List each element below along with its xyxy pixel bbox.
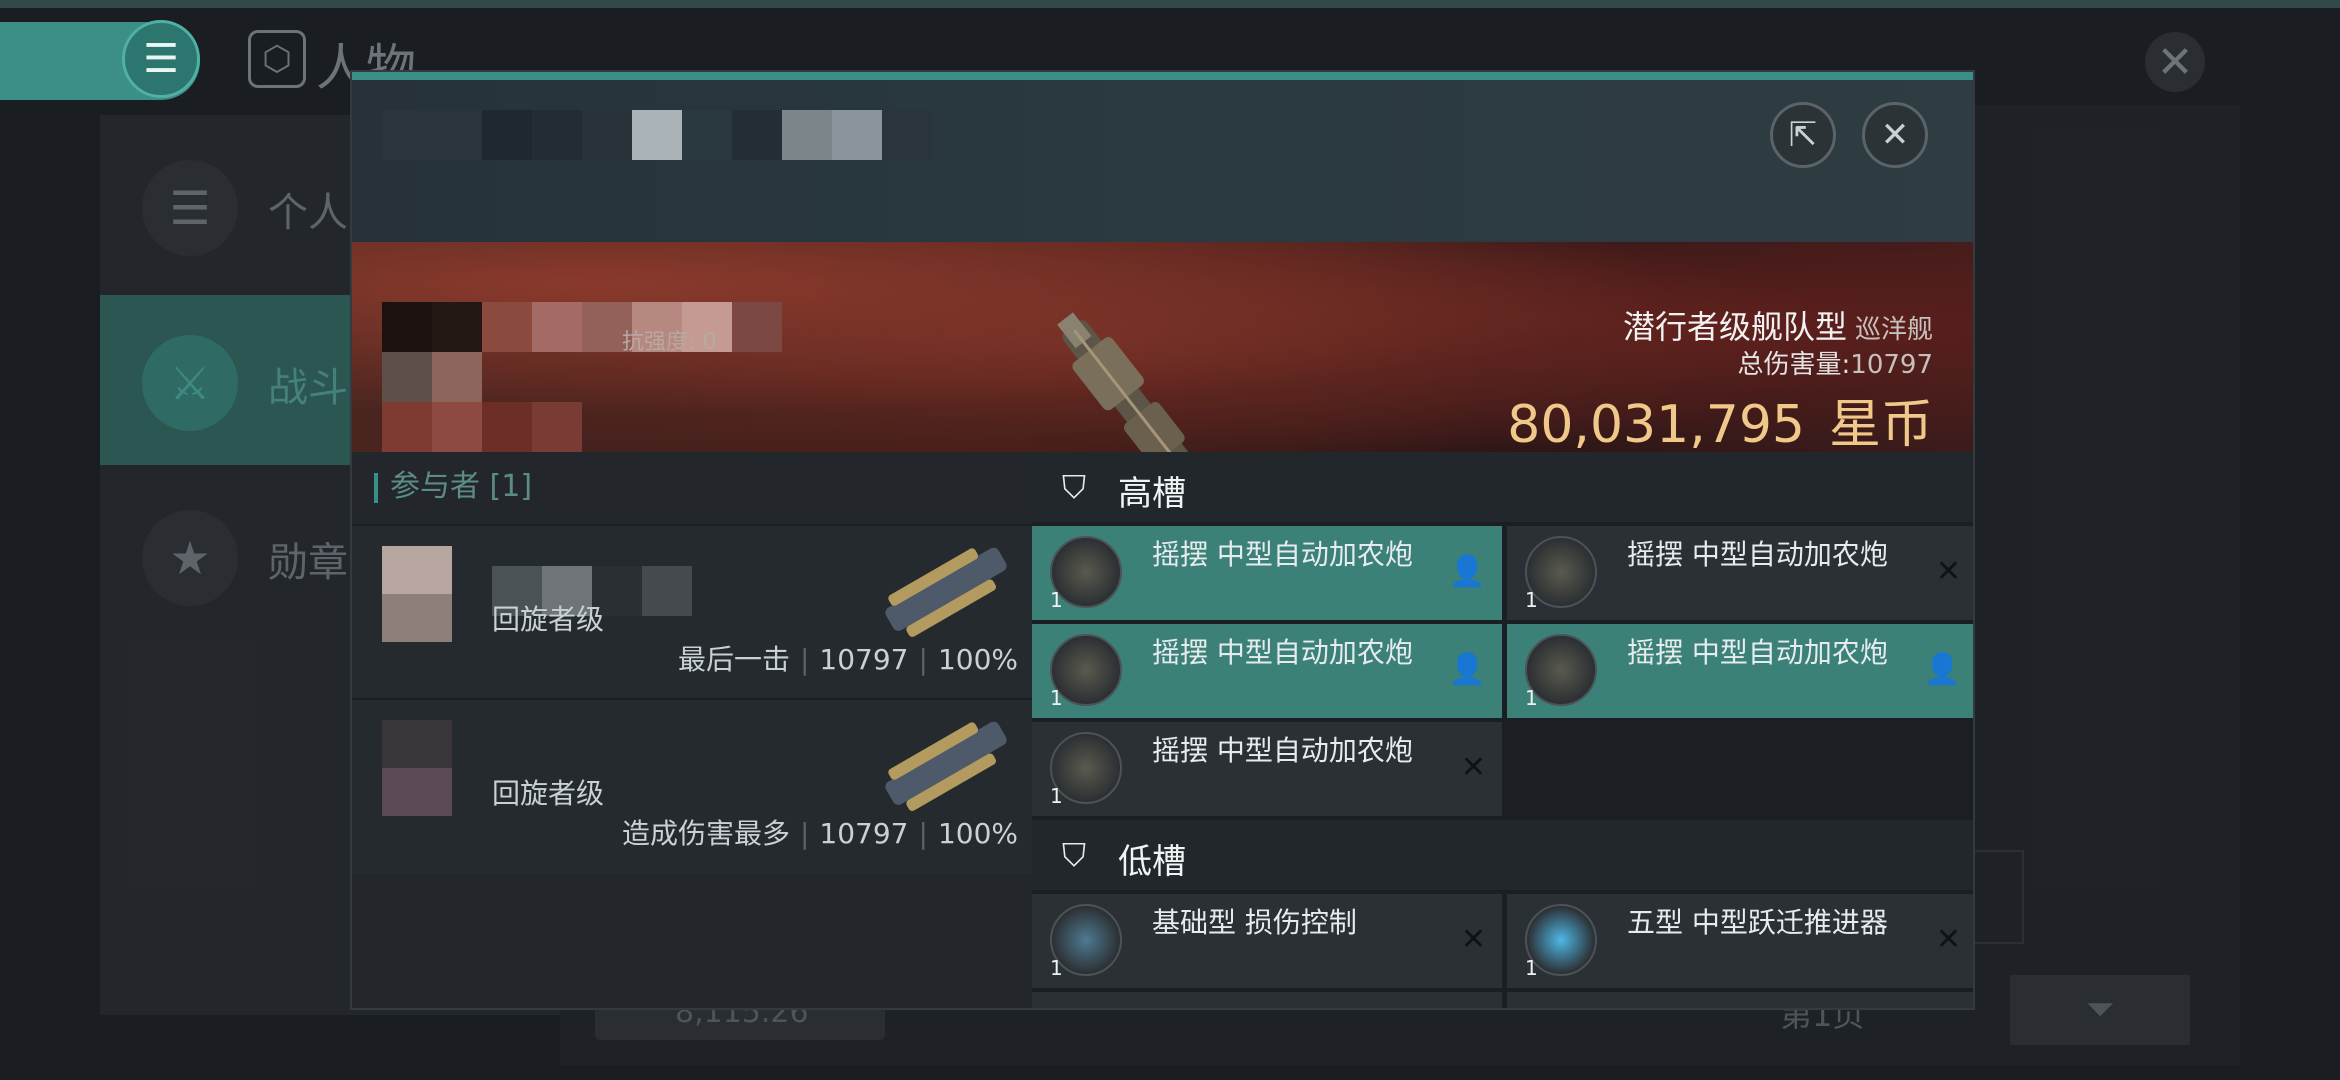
banner-stat-text: 抗强度: 0: [622, 330, 717, 355]
module-slot[interactable]: 1 摇摆 中型自动加农炮 ✕: [1032, 722, 1502, 816]
avatar: [382, 546, 452, 642]
pilot-icon: 👤: [1448, 554, 1486, 589]
participant-row[interactable]: 回旋者级 最后一击 | 10797 | 100%: [352, 524, 1032, 700]
participant-damage: 10797: [819, 643, 909, 676]
close-icon[interactable]: ✕: [2145, 32, 2205, 92]
dialog-accent-bar: [352, 72, 1973, 80]
module-name: 摇摆 中型自动加农炮: [1627, 636, 1888, 669]
participant-row[interactable]: 回旋者级 造成伤害最多 | 10797 | 100%: [352, 698, 1032, 874]
shield-slot-icon: ⛉: [1061, 836, 1086, 874]
module-name: 摇摆 中型自动加农炮: [1627, 538, 1888, 571]
participant-ship-type: 回旋者级: [492, 603, 605, 636]
dialog-close-icon[interactable]: ✕: [1862, 102, 1928, 168]
module-slot[interactable]: [1507, 992, 1973, 1008]
total-damage: 总伤害量:10797: [1738, 344, 1933, 381]
participants-panel: 参与者 [1] 回旋者级 最后一击 | 10797 | 100% 回旋者级 造成…: [352, 452, 1032, 1008]
module-quantity: 1: [1525, 956, 1538, 980]
ship-class: 巡洋舰: [1854, 315, 1933, 345]
module-quantity: 1: [1050, 784, 1063, 808]
participants-title-text: 参与者 [1]: [390, 469, 533, 504]
top-accent-bar: [0, 0, 2340, 8]
pilot-icon: 👤: [1923, 652, 1961, 687]
title-accent-bar: [374, 472, 378, 503]
sidebar-item-label: 勋章: [268, 540, 348, 586]
isk-unit: 星币: [1828, 395, 1933, 455]
crossed-swords-icon: ⚔: [142, 335, 238, 431]
star-badge-icon: ★: [142, 510, 238, 606]
module-quantity: 1: [1050, 956, 1063, 980]
destroyed-icon: ✕: [1460, 750, 1486, 785]
pixelated-name: [382, 110, 932, 160]
module-quantity: 1: [1525, 588, 1538, 612]
destroyed-icon: ✕: [1460, 922, 1486, 957]
fitting-panel: ⛉ 高槽 1 摇摆 中型自动加农炮 👤 1 摇摆 中型自动加农炮 ✕ 1 摇摆 …: [1032, 452, 1973, 1008]
destroyed-icon: ✕: [1935, 922, 1961, 957]
participant-ship-type: 回旋者级: [492, 777, 605, 810]
section-title: 低槽: [1118, 842, 1186, 882]
module-slot[interactable]: 1 基础型 损伤控制 ✕: [1032, 894, 1502, 988]
module-slot[interactable]: 1 摇摆 中型自动加农炮 👤: [1507, 624, 1973, 718]
sidebar-item-label: 战斗: [268, 365, 348, 411]
isk-amount: 80,031,795: [1507, 395, 1805, 455]
shield-slot-icon: ⛉: [1061, 468, 1086, 506]
module-quantity: 1: [1525, 686, 1538, 710]
participant-ship-render: [885, 721, 1007, 811]
participant-percent: 100%: [937, 817, 1018, 850]
share-icon[interactable]: ⇱: [1770, 102, 1836, 168]
module-slot[interactable]: 1 摇摆 中型自动加农炮 👤: [1032, 526, 1502, 620]
ship-name: 潜行者级舰队型 巡洋舰: [1623, 302, 1933, 348]
dialog-header: ⇱ ✕: [352, 80, 1973, 242]
filter-icon[interactable]: ⏷: [2010, 975, 2190, 1045]
avatar: [382, 720, 452, 816]
module-slot[interactable]: [1032, 992, 1502, 1008]
destroyed-icon: ✕: [1935, 554, 1961, 589]
module-name: 摇摆 中型自动加农炮: [1152, 734, 1413, 767]
pilot-icon: 👤: [1448, 652, 1486, 687]
module-slot[interactable]: 1 摇摆 中型自动加农炮 ✕: [1507, 526, 1973, 620]
killmail-dialog: 抗强度: 0 潜行者级舰队型 巡洋舰 总伤害量:10797 80,031,795 星…: [350, 70, 1975, 1010]
module-quantity: 1: [1050, 686, 1063, 710]
separator: |: [799, 817, 810, 850]
module-name: 摇摆 中型自动加农炮: [1152, 636, 1413, 669]
list-icon: ☰: [142, 160, 238, 256]
participant-role: 造成伤害最多: [621, 817, 790, 850]
participant-percent: 100%: [937, 643, 1018, 676]
participant-ship-render: [885, 547, 1007, 637]
participant-stat: 造成伤害最多 | 10797 | 100%: [622, 812, 1018, 852]
separator: |: [918, 643, 928, 676]
participant-stat: 最后一击 | 10797 | 100%: [678, 638, 1018, 678]
total-damage-value: 10797: [1850, 350, 1933, 380]
low-slot-header: ⛉ 低槽: [1032, 820, 1973, 890]
ship-name-text: 潜行者级舰队型: [1622, 308, 1847, 346]
module-name: 基础型 损伤控制: [1152, 906, 1357, 939]
isk-value: 80,031,795 星币: [1507, 382, 1933, 457]
separator: |: [799, 643, 810, 676]
character-icon: ⬡: [248, 30, 306, 88]
separator: |: [918, 817, 928, 850]
menu-icon[interactable]: ☰: [122, 20, 200, 98]
participants-title: 参与者 [1]: [374, 452, 532, 522]
participant-damage: 10797: [819, 817, 909, 850]
module-name: 五型 中型跃迁推进器: [1627, 906, 1888, 939]
module-slot[interactable]: 1 摇摆 中型自动加农炮 👤: [1032, 624, 1502, 718]
section-title: 高槽: [1118, 474, 1186, 514]
sidebar-item-label: 个人: [268, 190, 348, 236]
pixelated-portrait: [382, 302, 432, 352]
module-quantity: 1: [1050, 588, 1063, 612]
module-slot[interactable]: 1 五型 中型跃迁推进器 ✕: [1507, 894, 1973, 988]
total-damage-label: 总伤害量:: [1737, 350, 1851, 380]
participant-role: 最后一击: [677, 643, 790, 676]
high-slot-header: ⛉ 高槽: [1032, 452, 1973, 522]
module-name: 摇摆 中型自动加农炮: [1152, 538, 1413, 571]
